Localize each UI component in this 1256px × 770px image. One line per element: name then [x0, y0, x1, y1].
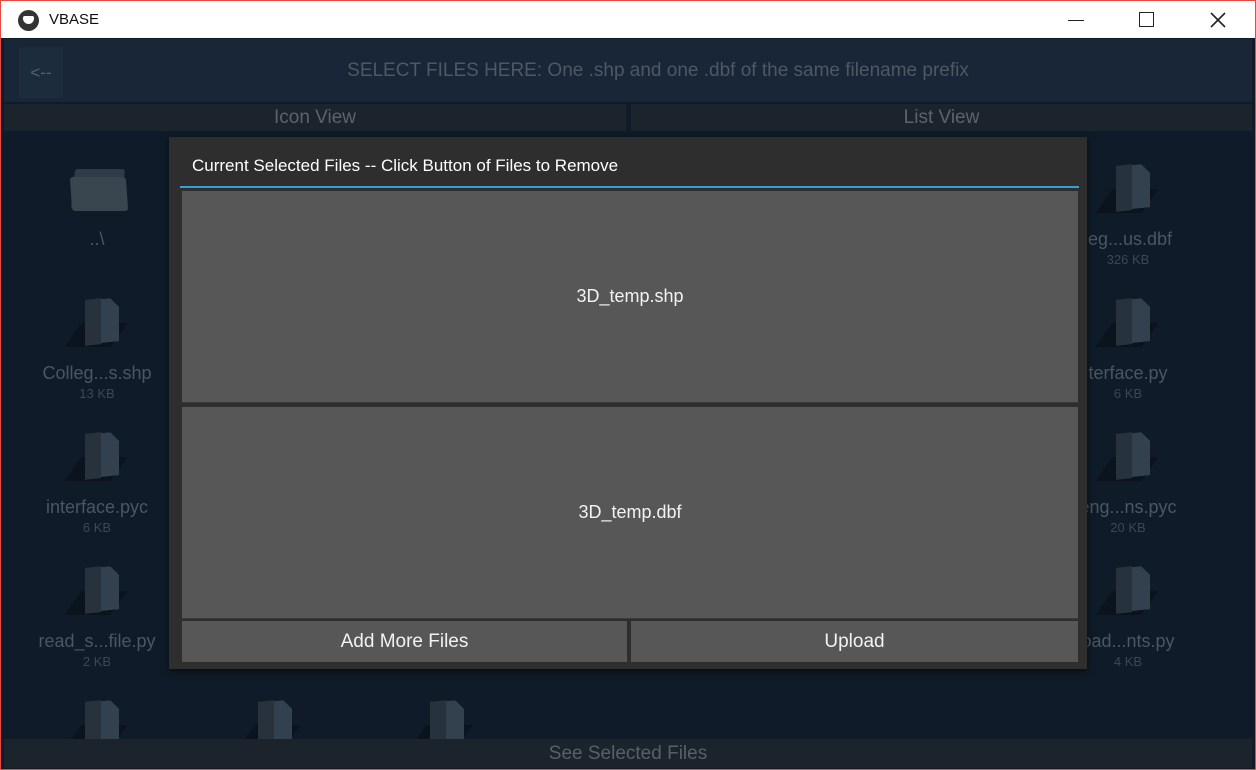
file-item[interactable]: read_s...file.py 2 KB	[22, 565, 172, 675]
file-item-partial[interactable]	[367, 699, 517, 739]
file-name: Colleg...s.shp	[42, 363, 152, 383]
see-selected-files-button[interactable]: See Selected Files	[4, 739, 1252, 768]
maximize-icon	[1138, 12, 1154, 27]
tab-list-view[interactable]: List View	[631, 104, 1252, 131]
app-logo-icon	[18, 10, 39, 31]
dialog-title: Current Selected Files -- Click Button o…	[192, 156, 619, 175]
selected-file-button-dbf[interactable]: 3D_temp.dbf	[182, 407, 1078, 619]
selected-file-button-shp[interactable]: 3D_temp.shp	[182, 191, 1078, 403]
file-item[interactable]: Colleg...s.shp 13 KB	[22, 297, 172, 407]
file-name: ..\	[89, 229, 105, 249]
window-title: VBASE	[49, 11, 100, 28]
file-icon	[64, 431, 128, 487]
file-icon	[64, 297, 128, 353]
maximize-button[interactable]	[1111, 1, 1181, 38]
title-bar: VBASE	[1, 1, 1255, 38]
title-divider	[180, 186, 1079, 188]
file-item-partial[interactable]	[195, 699, 345, 739]
file-icon	[237, 699, 301, 739]
header-row: <-- SELECT FILES HERE: One .shp and one …	[4, 39, 1252, 102]
file-icon	[64, 565, 128, 621]
minimize-icon	[1068, 19, 1084, 22]
app-window: VBASE <-- SELECT FILES HERE: One .shp an…	[0, 0, 1256, 770]
add-more-files-button[interactable]: Add More Files	[182, 621, 627, 662]
file-size: 6 KB	[82, 520, 112, 535]
instruction-text: SELECT FILES HERE: One .shp and one .dbf…	[347, 60, 969, 81]
file-name: interface.pyc	[45, 497, 149, 517]
upload-button[interactable]: Upload	[631, 621, 1078, 662]
file-icon	[64, 699, 128, 739]
file-item[interactable]: interface.pyc 6 KB	[22, 431, 172, 541]
file-icon	[1095, 431, 1159, 487]
file-icon	[1095, 163, 1159, 219]
file-icon	[1095, 565, 1159, 621]
file-icon	[1095, 297, 1159, 353]
file-size: 2 KB	[82, 654, 112, 669]
close-button[interactable]	[1183, 1, 1253, 38]
file-item-parent[interactable]: ..\	[22, 163, 172, 273]
file-icon	[409, 699, 473, 739]
folder-icon	[67, 163, 129, 219]
close-icon	[1210, 11, 1226, 28]
minimize-button[interactable]	[1041, 1, 1111, 38]
selected-files-dialog: Current Selected Files -- Click Button o…	[169, 137, 1087, 669]
file-name: read_s...file.py	[38, 631, 156, 651]
file-item-partial[interactable]	[22, 699, 172, 739]
file-size: 13 KB	[79, 386, 115, 401]
tab-icon-view[interactable]: Icon View	[4, 104, 626, 131]
